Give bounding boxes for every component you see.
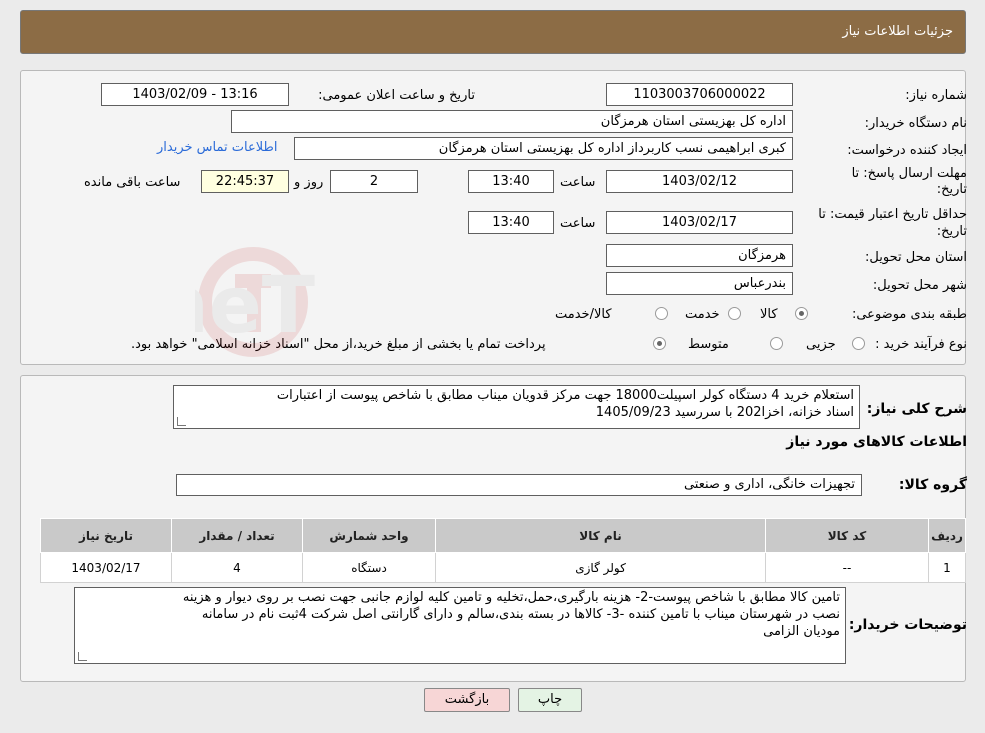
category-option-goods: کالا	[760, 307, 778, 322]
announce-label: تاریخ و ساعت اعلان عمومی:	[318, 88, 475, 103]
process-option-minor: جزیی	[806, 337, 836, 352]
process-note: پرداخت تمام یا بخشی از مبلغ خرید،از محل …	[131, 337, 546, 352]
process-radio-treasury[interactable]	[653, 337, 666, 350]
summary-line-2: اسناد خزانه، اخزا202 با سررسید 1405/09/2…	[595, 405, 854, 420]
summary-textarea[interactable]: استعلام خرید 4 دستگاه کولر اسپیلت18000 ج…	[173, 385, 860, 429]
summary-line-1: استعلام خرید 4 دستگاه کولر اسپیلت18000 ج…	[276, 388, 854, 403]
validity-date-field: 1403/02/17	[606, 211, 793, 234]
category-radio-goods[interactable]	[795, 307, 808, 320]
goods-table-header: ردیف کد کالا نام کالا واحد شمارش تعداد /…	[40, 518, 966, 553]
col-code: کد کالا	[765, 518, 929, 553]
need-number-field: 1103003706000022	[606, 83, 793, 106]
cell-quantity: 4	[171, 552, 303, 583]
print-button[interactable]: چاپ	[518, 688, 582, 712]
cell-name: کولر گازی	[435, 552, 766, 583]
category-label: طبقه بندی موضوعی:	[851, 307, 967, 322]
table-row: 1 -- کولر گازی دستگاه 4 1403/02/17	[40, 552, 966, 583]
buyer-notes-line-1: تامین کالا مطابق با شاخص پیوست-2- هزینه …	[182, 590, 840, 605]
deadline-label-date: تاریخ:	[936, 182, 967, 197]
col-unit: واحد شمارش	[302, 518, 436, 553]
days-label: روز و	[294, 175, 324, 190]
deadline-date-field: 1403/02/12	[606, 170, 793, 193]
province-label: استان محل تحویل:	[865, 250, 967, 265]
process-option-medium: متوسط	[688, 337, 729, 352]
city-label: شهر محل تحویل:	[872, 278, 967, 293]
resize-grip-icon[interactable]	[78, 652, 87, 661]
deadline-label: مهلت ارسال پاسخ: تا	[851, 166, 967, 181]
need-number-label: شماره نیاز:	[905, 88, 967, 103]
process-radio-medium[interactable]	[770, 337, 783, 350]
buyer-notes-label: توضیحات خریدار:	[848, 617, 967, 633]
back-button[interactable]: بازگشت	[424, 688, 510, 712]
days-remaining-field: 2	[330, 170, 418, 193]
validity-label: حداقل تاریخ اعتبار قیمت: تا	[818, 207, 967, 222]
goods-info-title: اطلاعات کالاهای مورد نیاز	[786, 434, 967, 450]
validity-label-date: تاریخ:	[936, 224, 967, 239]
col-name: نام کالا	[435, 518, 766, 553]
col-need-date: تاریخ نیاز	[40, 518, 172, 553]
cell-need-date: 1403/02/17	[40, 552, 172, 583]
cell-code: --	[765, 552, 929, 583]
announce-field: 1403/02/09 - 13:16	[101, 83, 289, 106]
validity-time-label: ساعت	[560, 216, 596, 231]
buyer-notes-line-2: نصب در شهرستان میناب با تامین کننده -3- …	[201, 607, 840, 622]
category-radio-service[interactable]	[728, 307, 741, 320]
process-radio-minor[interactable]	[852, 337, 865, 350]
validity-time-field: 13:40	[468, 211, 554, 234]
buyer-notes-line-3: مودیان الزامی	[763, 624, 840, 639]
province-field: هرمزگان	[606, 244, 793, 267]
resize-grip-icon[interactable]	[177, 417, 186, 426]
process-label: نوع فرآیند خرید :	[875, 337, 967, 352]
goods-group-field: تجهیزات خانگی، اداری و صنعتی	[176, 474, 862, 496]
category-option-goods-service: کالا/خدمت	[555, 307, 612, 322]
city-field: بندرعباس	[606, 272, 793, 295]
creator-label: ایجاد کننده درخواست:	[847, 143, 967, 158]
col-row: ردیف	[928, 518, 966, 553]
deadline-time-field: 13:40	[468, 170, 554, 193]
buyer-org-field: اداره کل بهزیستی استان هرمزگان	[231, 110, 793, 133]
buyer-notes-textarea[interactable]: تامین کالا مطابق با شاخص پیوست-2- هزینه …	[74, 587, 846, 664]
page-header: جزئیات اطلاعات نیاز	[20, 10, 966, 54]
cell-row: 1	[928, 552, 966, 583]
creator-field: کبری ابراهیمی نسب کاربرداز اداره کل بهزی…	[294, 137, 793, 160]
col-quantity: تعداد / مقدار	[171, 518, 303, 553]
buyer-org-label: نام دستگاه خریدار:	[864, 116, 967, 131]
buyer-contact-link[interactable]: اطلاعات تماس خریدار	[157, 140, 277, 155]
page-title: جزئیات اطلاعات نیاز	[842, 24, 953, 39]
goods-group-label: گروه کالا:	[898, 477, 967, 493]
remaining-time-label: ساعت باقی مانده	[84, 175, 181, 190]
cell-unit: دستگاه	[302, 552, 436, 583]
category-radio-goods-service[interactable]	[655, 307, 668, 320]
category-option-service: خدمت	[685, 307, 720, 322]
deadline-time-label: ساعت	[560, 175, 596, 190]
remaining-time-field: 22:45:37	[201, 170, 289, 193]
goods-table: ردیف کد کالا نام کالا واحد شمارش تعداد /…	[40, 518, 966, 583]
summary-label: شرح کلی نیاز:	[866, 401, 967, 417]
